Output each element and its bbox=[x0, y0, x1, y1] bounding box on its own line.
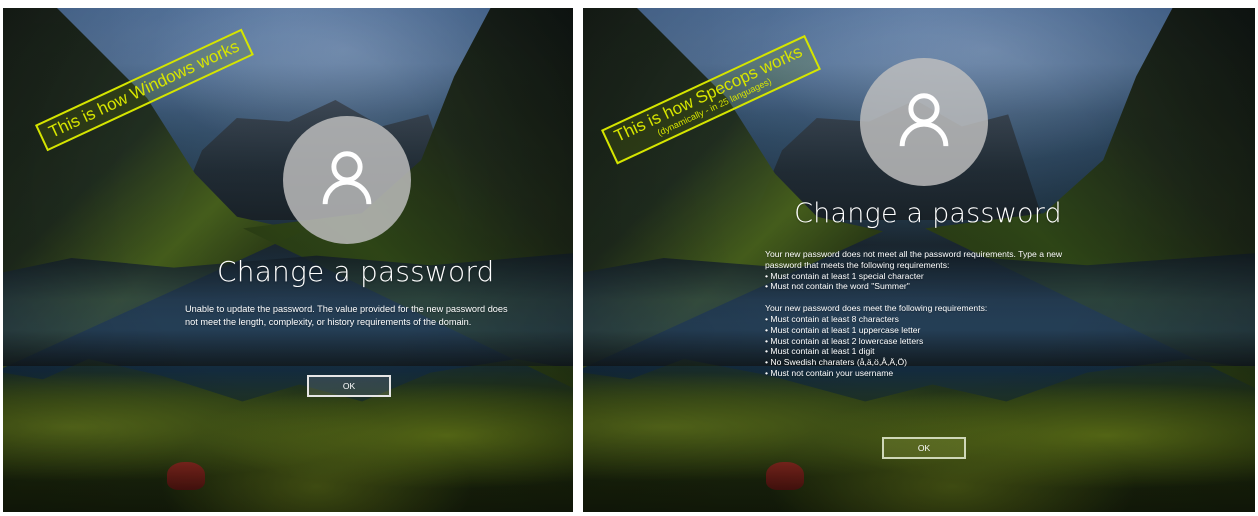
met-requirement-item: Must contain at least 2 lowercase letter… bbox=[765, 336, 1097, 347]
specops-unmet-requirements-list: Must contain at least 1 special characte… bbox=[765, 271, 1097, 293]
met-requirement-item: Must not contain your username bbox=[765, 368, 1097, 379]
unmet-requirement-item: Must not contain the word "Summer" bbox=[765, 281, 1097, 292]
windows-dialog-title: Change a password bbox=[217, 255, 495, 288]
windows-ok-button[interactable]: OK bbox=[307, 375, 391, 397]
met-requirement-item: No Swedish charaters (å,ä,ö,Å,Ä,Ö) bbox=[765, 357, 1097, 368]
windows-change-password-dialog: Change a password Unable to update the p… bbox=[3, 8, 573, 512]
windows-password-screen: This is how Windows works Change a passw… bbox=[3, 8, 573, 512]
met-requirement-item: Must contain at least 1 digit bbox=[765, 346, 1097, 357]
specops-ok-button[interactable]: OK bbox=[882, 437, 966, 459]
user-icon bbox=[899, 93, 949, 147]
specops-avatar bbox=[860, 58, 988, 186]
user-icon bbox=[322, 151, 372, 205]
specops-dialog-title: Change a password bbox=[794, 198, 1062, 229]
windows-avatar bbox=[283, 116, 411, 244]
met-requirement-item: Must contain at least 1 uppercase letter bbox=[765, 325, 1097, 336]
specops-met-requirements-list: Must contain at least 8 characters Must … bbox=[765, 314, 1097, 379]
specops-requirements-message: Your new password does not meet all the … bbox=[765, 249, 1097, 379]
windows-error-text: Unable to update the password. The value… bbox=[185, 304, 508, 327]
windows-error-message: Unable to update the password. The value… bbox=[185, 303, 518, 329]
specops-requirements-intro: Your new password does not meet all the … bbox=[765, 249, 1063, 270]
specops-met-intro: Your new password does meet the followin… bbox=[765, 303, 988, 314]
specops-change-password-dialog: Change a password Your new password does… bbox=[583, 8, 1255, 512]
specops-password-screen: This is how Specops works (dynamically -… bbox=[583, 8, 1255, 512]
unmet-requirement-item: Must contain at least 1 special characte… bbox=[765, 271, 1097, 282]
met-requirement-item: Must contain at least 8 characters bbox=[765, 314, 1097, 325]
